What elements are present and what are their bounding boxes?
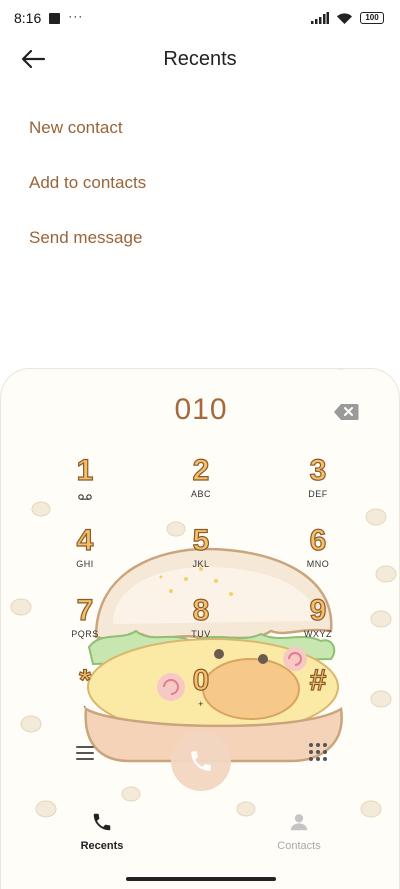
- new-contact-option[interactable]: New contact: [29, 110, 146, 165]
- key-5[interactable]: 5 JKL: [161, 524, 241, 585]
- key-digit: 7: [76, 594, 94, 627]
- key-digit: 8: [192, 594, 210, 627]
- key-2[interactable]: 2 ABC: [161, 454, 241, 515]
- key-letters: GHI: [76, 559, 94, 569]
- key-letters: PQRS: [71, 629, 99, 639]
- phone-icon: [93, 813, 111, 831]
- backspace-button[interactable]: [333, 403, 359, 421]
- add-to-contacts-option[interactable]: Add to contacts: [29, 165, 146, 220]
- key-digit: 6: [309, 524, 327, 557]
- key-hash[interactable]: #: [278, 664, 358, 725]
- key-7[interactable]: 7 PQRS: [45, 594, 125, 655]
- person-icon: [290, 814, 308, 831]
- key-letters: DEF: [308, 489, 328, 499]
- wifi-icon: [337, 12, 352, 24]
- options-menu: New contact Add to contacts Send message: [29, 110, 146, 275]
- header: Recents: [0, 36, 400, 82]
- key-6[interactable]: 6 MNO: [278, 524, 358, 585]
- status-right: 100: [311, 12, 384, 25]
- key-9[interactable]: 9 WXYZ: [278, 594, 358, 655]
- key-letters: MNO: [306, 559, 330, 569]
- backspace-icon: [334, 404, 359, 420]
- key-1[interactable]: 1: [45, 454, 125, 515]
- status-bar: 8:16 ··· 100: [0, 0, 400, 36]
- key-letters: ,: [83, 699, 87, 709]
- status-left: 8:16 ···: [14, 9, 84, 26]
- menu-button[interactable]: [73, 741, 97, 765]
- signal-icon: [311, 12, 329, 24]
- key-letters: ABC: [190, 489, 211, 499]
- key-letters: +: [198, 699, 204, 709]
- tab-recents[interactable]: Recents: [52, 811, 152, 852]
- page-title: Recents: [163, 48, 237, 70]
- key-8[interactable]: 8 TUV: [161, 594, 241, 655]
- tab-contacts[interactable]: Contacts: [249, 811, 349, 852]
- key-3[interactable]: 3 DEF: [278, 454, 358, 515]
- key-digit: 4: [76, 524, 94, 557]
- key-digit: 9: [309, 594, 327, 627]
- battery-icon: 100: [360, 12, 384, 24]
- dialpad-grid-icon: [309, 743, 327, 761]
- key-digit: 5: [192, 524, 210, 557]
- key-star[interactable]: * ,: [45, 664, 125, 725]
- hamburger-menu-icon: [76, 746, 94, 760]
- more-notifications-icon: ···: [68, 9, 84, 23]
- key-digit: 0: [192, 664, 210, 697]
- key-digit: #: [309, 664, 327, 697]
- key-4[interactable]: 4 GHI: [45, 524, 125, 585]
- dialer-panel: 010 1 2 ABC 3 DEF 4 GHI 5 JKL 6 MNO 7 PQ…: [0, 368, 400, 889]
- phone-call-icon: [191, 751, 211, 771]
- key-digit: 2: [192, 454, 210, 487]
- tab-label: Contacts: [277, 840, 321, 852]
- key-letters: WXYZ: [304, 629, 332, 639]
- voicemail-icon: [78, 494, 92, 500]
- tab-label: Recents: [80, 840, 124, 852]
- dialpad-toggle-button[interactable]: [307, 741, 329, 763]
- home-indicator[interactable]: [126, 877, 276, 881]
- key-letters: TUV: [191, 629, 211, 639]
- key-0[interactable]: 0 +: [161, 664, 241, 725]
- send-message-option[interactable]: Send message: [29, 220, 146, 275]
- key-letters: JKL: [192, 559, 210, 569]
- notification-icon: [49, 12, 61, 24]
- key-digit: 3: [309, 454, 327, 487]
- key-digit: *: [79, 664, 92, 697]
- status-time: 8:16: [14, 10, 42, 26]
- call-button[interactable]: [171, 731, 231, 791]
- key-digit: 1: [76, 454, 94, 487]
